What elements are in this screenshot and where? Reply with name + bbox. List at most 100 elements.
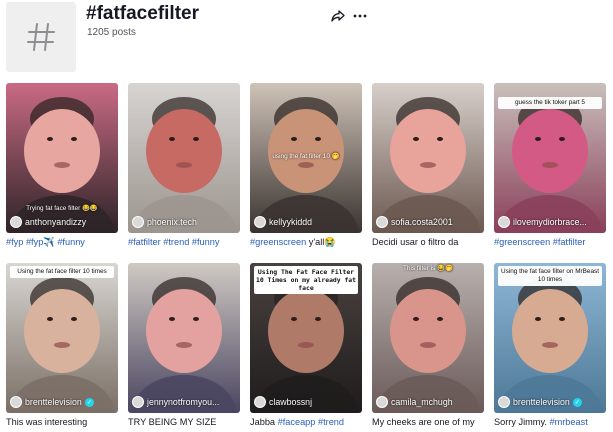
- more-icon: [353, 14, 367, 18]
- video-caption: Decidi usar o filtro da: [372, 237, 484, 250]
- creator-handle[interactable]: sofia.costa2001: [376, 216, 453, 228]
- video-caption: TRY BEING MY SIZE: [128, 417, 240, 430]
- video-inner-text: using the fat filter 10 🤭: [272, 153, 340, 160]
- creator-handle[interactable]: phoenix.tech: [132, 216, 197, 228]
- video-caption: #greenscreen y'all😭: [250, 237, 362, 250]
- creator-name: brenttelevision: [25, 397, 82, 407]
- share-icon: [331, 10, 345, 22]
- caption-text: ✈️: [43, 237, 55, 247]
- video-caption: #fyp #fyp✈️ #funny: [6, 237, 118, 250]
- avatar: [376, 216, 388, 228]
- video-thumbnail[interactable]: Using the fat face filter 10 times brentt…: [6, 263, 118, 413]
- video-caption: Jabba #faceapp #trend: [250, 417, 362, 430]
- avatar: [376, 396, 388, 408]
- video-card[interactable]: Trying fat face filter 😂😂 anthonyandizzy #…: [6, 83, 118, 250]
- caption-text: Sorry Jimmy.: [494, 417, 550, 427]
- hashtag-link[interactable]: #trend: [318, 417, 344, 427]
- creator-name: clawbossnj: [269, 397, 313, 407]
- hashtag-link[interactable]: #fyp: [6, 237, 23, 247]
- video-card[interactable]: guess the tik toker part 5 ilovemydiorbra…: [494, 83, 606, 250]
- creator-handle[interactable]: kellyykiddd: [254, 216, 312, 228]
- hashtag-link[interactable]: #funny: [55, 237, 85, 247]
- video-card[interactable]: Using The Fat Face Filter 10 Times on my…: [250, 263, 362, 430]
- page-title: #fatfacefilter: [86, 3, 199, 24]
- caption-text: Decidi usar o filtro da: [372, 237, 459, 247]
- thumbnail-image: [6, 263, 118, 413]
- creator-name: brenttelevision: [513, 397, 570, 407]
- video-overlay-text: Using The Fat Face Filter 10 Times on my…: [254, 266, 358, 294]
- thumbnail-image: [372, 83, 484, 233]
- video-card[interactable]: phoenix.tech #fatfilter #trend #funny: [128, 83, 240, 250]
- hashtag-link[interactable]: #fatfilter: [553, 237, 586, 247]
- post-count: 1205 posts: [87, 27, 136, 38]
- video-overlay-text: This filter is 😂🤭: [402, 265, 453, 272]
- hashtag-link[interactable]: #greenscreen: [250, 237, 306, 247]
- hashtag-link[interactable]: #trend: [163, 237, 189, 247]
- video-thumbnail[interactable]: phoenix.tech: [128, 83, 240, 233]
- creator-name: sofia.costa2001: [391, 217, 453, 227]
- hashtag-link[interactable]: #fyp: [26, 237, 43, 247]
- avatar: [254, 396, 266, 408]
- video-caption: #fatfilter #trend #funny: [128, 237, 240, 250]
- video-thumbnail[interactable]: This filter is 😂🤭 camila_mchugh: [372, 263, 484, 413]
- video-overlay-text: Using the fat face filter on MrBeast 10 …: [498, 266, 602, 286]
- video-overlay-text: Using the fat face filter 10 times: [10, 266, 114, 278]
- caption-text: Jabba: [250, 417, 278, 427]
- caption-text: y'all😭: [306, 237, 336, 247]
- video-thumbnail[interactable]: Using the fat face filter on MrBeast 10 …: [494, 263, 606, 413]
- avatar: [498, 216, 510, 228]
- caption-text: TRY BEING MY SIZE: [128, 417, 217, 427]
- video-caption: Sorry Jimmy. #mrbeast: [494, 417, 606, 430]
- video-thumbnail[interactable]: guess the tik toker part 5 ilovemydiorbra…: [494, 83, 606, 233]
- avatar: [10, 216, 22, 228]
- avatar: [132, 396, 144, 408]
- creator-handle[interactable]: brenttelevision ✓: [10, 396, 94, 408]
- share-button[interactable]: [328, 6, 348, 26]
- video-caption: #greenscreen #fatfilter: [494, 237, 606, 250]
- video-thumbnail[interactable]: jennynotfromyou...: [128, 263, 240, 413]
- more-options-button[interactable]: [350, 6, 370, 26]
- verified-icon: ✓: [84, 397, 94, 407]
- creator-name: phoenix.tech: [147, 217, 197, 227]
- creator-handle[interactable]: ilovemydiorbrace...: [498, 216, 587, 228]
- video-caption: This was interesting: [6, 417, 118, 430]
- avatar: [254, 216, 266, 228]
- hashtag-link[interactable]: #greenscreen: [494, 237, 550, 247]
- creator-name: kellyykiddd: [269, 217, 313, 227]
- tag-header: #fatfacefilter 1205 posts: [0, 0, 613, 80]
- video-overlay-text: guess the tik toker part 5: [498, 97, 602, 109]
- video-thumbnail[interactable]: Trying fat face filter 😂😂 anthonyandizzy: [6, 83, 118, 233]
- thumbnail-image: [372, 263, 484, 413]
- creator-handle[interactable]: jennynotfromyou...: [132, 396, 219, 408]
- avatar: [132, 216, 144, 228]
- creator-handle[interactable]: clawbossnj: [254, 396, 312, 408]
- hashtag-link[interactable]: #funny: [192, 237, 220, 247]
- caption-text: My cheeks are one of my: [372, 417, 475, 427]
- video-thumbnail[interactable]: using the fat filter 10 🤭 kellyykiddd: [250, 83, 362, 233]
- video-card[interactable]: Using the fat face filter 10 times brentt…: [6, 263, 118, 430]
- creator-handle[interactable]: anthonyandizzy: [10, 216, 86, 228]
- thumbnail-image: [128, 83, 240, 233]
- creator-name: anthonyandizzy: [25, 217, 87, 227]
- hashtag-link[interactable]: #faceapp: [278, 417, 316, 427]
- hashtag-avatar: [6, 2, 76, 72]
- hashtag-link[interactable]: #fatfilter: [128, 237, 161, 247]
- video-card[interactable]: sofia.costa2001 Decidi usar o filtro da: [372, 83, 484, 250]
- video-thumbnail[interactable]: Using The Fat Face Filter 10 Times on my…: [250, 263, 362, 413]
- avatar: [498, 396, 510, 408]
- video-caption: My cheeks are one of my: [372, 417, 484, 430]
- creator-name: ilovemydiorbrace...: [513, 217, 587, 227]
- creator-name: camila_mchugh: [391, 397, 453, 407]
- creator-handle[interactable]: camila_mchugh: [376, 396, 453, 408]
- creator-handle[interactable]: brenttelevision ✓: [498, 396, 582, 408]
- hashtag-link[interactable]: #mrbeast: [549, 417, 587, 427]
- avatar: [10, 396, 22, 408]
- video-thumbnail[interactable]: sofia.costa2001: [372, 83, 484, 233]
- video-card[interactable]: using the fat filter 10 🤭 kellyykiddd #gre…: [250, 83, 362, 250]
- video-card[interactable]: This filter is 😂🤭 camila_mchugh My cheeks …: [372, 263, 484, 430]
- verified-icon: ✓: [572, 397, 582, 407]
- video-card[interactable]: jennynotfromyou... TRY BEING MY SIZE: [128, 263, 240, 430]
- caption-text: This was interesting: [6, 417, 88, 427]
- video-card[interactable]: Using the fat face filter on MrBeast 10 …: [494, 263, 606, 430]
- hashtag-icon: [27, 23, 55, 51]
